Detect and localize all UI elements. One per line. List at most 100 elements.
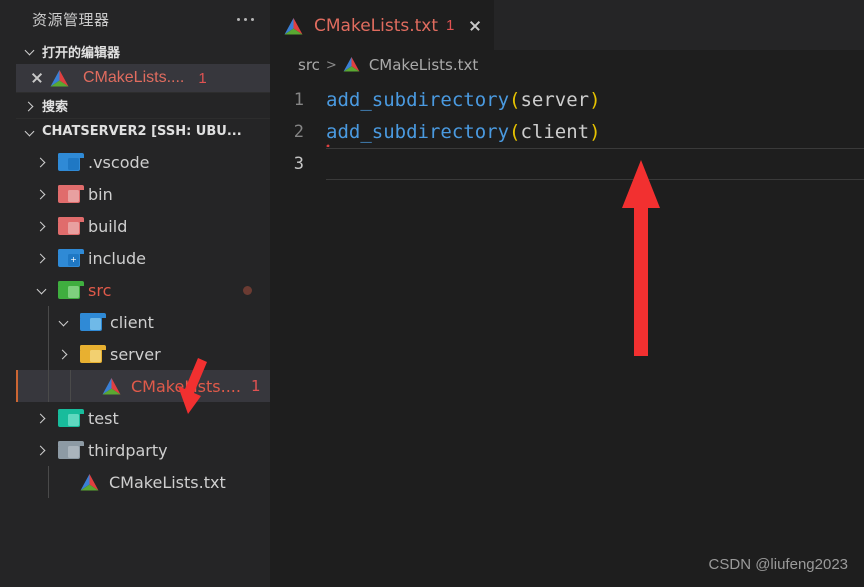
tree-item-label: server xyxy=(110,344,161,364)
chevron-right-icon[interactable] xyxy=(34,154,50,170)
tree-folder-bin[interactable]: bin xyxy=(16,178,270,210)
chevron-right-icon[interactable] xyxy=(34,410,50,426)
folder-client-icon xyxy=(80,313,106,331)
code-text[interactable]: add_subdirectory(server) xyxy=(326,89,601,111)
line-number: 1 xyxy=(293,90,304,110)
breadcrumb-folder[interactable]: src xyxy=(298,56,320,74)
tree-item-badge: 1 xyxy=(250,377,261,395)
tree-folder-include[interactable]: + include xyxy=(16,242,270,274)
editor-tabbar: CMakeLists.txt 1 xyxy=(270,0,864,50)
code-token-open-paren: ( xyxy=(509,121,521,143)
folder-build-icon xyxy=(58,217,84,235)
folder-include-icon: + xyxy=(58,249,84,267)
tree-folder-server[interactable]: server xyxy=(16,338,270,370)
tree-folder-client[interactable]: client xyxy=(16,306,270,338)
folder-bin-icon xyxy=(58,185,84,203)
activity-bar[interactable] xyxy=(0,0,16,587)
tab-title: CMakeLists.txt xyxy=(314,15,439,36)
tree-item-label: thirdparty xyxy=(88,440,168,460)
code-line[interactable]: 3 xyxy=(270,148,864,180)
tree-item-label: .vscode xyxy=(88,152,150,172)
cmake-icon xyxy=(343,56,361,74)
section-search[interactable]: 搜索 xyxy=(16,92,270,118)
indent-guide xyxy=(48,338,49,370)
indent-guide xyxy=(48,306,49,338)
breadcrumb-file[interactable]: CMakeLists.txt xyxy=(369,56,478,74)
section-workspace[interactable]: CHATSERVER2 [SSH: UBU... xyxy=(16,118,270,144)
indent-guide xyxy=(48,370,49,402)
code-token-close-paren: ) xyxy=(589,121,601,143)
code-text[interactable]: add_subdirectory(client) xyxy=(326,121,647,148)
chevron-right-icon[interactable] xyxy=(34,442,50,458)
code-editor[interactable]: 1 add_subdirectory(server) 2 add_subdirecto… xyxy=(270,80,864,180)
chevron-down-icon xyxy=(22,124,38,140)
code-token-argument: client xyxy=(520,121,590,143)
line-number: 2 xyxy=(293,122,304,142)
file-tree: .vscode bin build + include src client server CM… xyxy=(16,144,270,498)
close-icon[interactable] xyxy=(468,19,482,33)
code-line[interactable]: 1 add_subdirectory(server) xyxy=(270,84,864,116)
cmake-icon xyxy=(50,69,70,87)
tree-item-label: src xyxy=(88,280,112,300)
code-token-function: add_subdirectory xyxy=(326,89,510,111)
code-token-argument: server xyxy=(520,89,590,111)
vscode-window: 资源管理器 打开的编辑器 CMakeLists.... 1 搜索 CHATSER… xyxy=(0,0,864,587)
ellipsis-icon[interactable] xyxy=(235,14,256,25)
folder-thirdparty-icon xyxy=(58,441,84,459)
code-token-function: add_subdirectory xyxy=(326,121,510,143)
folder-vscode-icon xyxy=(58,153,84,171)
chevron-down-icon xyxy=(22,43,38,59)
tree-item-label: client xyxy=(110,312,154,332)
tree-folder-thirdparty[interactable]: thirdparty xyxy=(16,434,270,466)
tree-file-CMakeLists[interactable]: CMakeLists.... 1 xyxy=(16,370,270,402)
section-open-editors-label: 打开的编辑器 xyxy=(42,45,121,61)
breadcrumb-separator: > xyxy=(325,57,337,73)
editor-pane: CMakeLists.txt 1 src > CMakeLists.txt 1 a… xyxy=(270,0,864,587)
folder-src-icon xyxy=(58,281,84,299)
open-editor-badge: 1 xyxy=(198,69,207,87)
code-line[interactable]: 2 add_subdirectory(client) xyxy=(270,116,864,148)
chevron-right-icon[interactable] xyxy=(34,250,50,266)
error-squiggle xyxy=(326,143,647,148)
tab-badge: 1 xyxy=(446,17,455,34)
section-workspace-label: CHATSERVER2 [SSH: UBU... xyxy=(42,124,242,139)
tree-item-label: CMakeLists.... xyxy=(131,376,241,396)
explorer-sidebar: 资源管理器 打开的编辑器 CMakeLists.... 1 搜索 CHATSER… xyxy=(16,0,270,587)
tab-cmakelists[interactable]: CMakeLists.txt 1 xyxy=(270,0,495,50)
chevron-right-icon[interactable] xyxy=(34,218,50,234)
tree-folder-test[interactable]: test xyxy=(16,402,270,434)
tree-folder-build[interactable]: build xyxy=(16,210,270,242)
tree-folder-src[interactable]: src xyxy=(16,274,270,306)
cmake-icon xyxy=(80,473,100,491)
indent-guide xyxy=(48,466,49,498)
tree-item-label: build xyxy=(88,216,128,236)
indent-guide xyxy=(70,370,71,402)
open-editor-name: CMakeLists.... xyxy=(83,69,185,86)
chevron-down-icon[interactable] xyxy=(34,282,50,298)
active-line-highlight xyxy=(326,148,864,180)
folder-test-icon xyxy=(58,409,84,427)
tree-folder-vscode[interactable]: .vscode xyxy=(16,146,270,178)
tree-item-label: include xyxy=(88,248,146,268)
close-icon[interactable] xyxy=(30,71,44,85)
chevron-right-icon[interactable] xyxy=(56,346,72,362)
chevron-right-icon[interactable] xyxy=(34,186,50,202)
open-editor-item[interactable]: CMakeLists.... 1 xyxy=(16,64,270,92)
cmake-icon xyxy=(102,377,122,395)
breadcrumb: src > CMakeLists.txt xyxy=(270,50,864,80)
chevron-right-icon xyxy=(22,98,38,114)
tree-item-label: test xyxy=(88,408,119,428)
cmake-icon xyxy=(284,17,304,35)
chevron-down-icon[interactable] xyxy=(56,314,72,330)
section-search-label: 搜索 xyxy=(42,100,69,115)
code-token-close-paren: ) xyxy=(589,89,601,111)
section-open-editors[interactable]: 打开的编辑器 xyxy=(16,38,270,64)
modified-dot-icon xyxy=(243,285,252,295)
explorer-title: 资源管理器 xyxy=(32,10,110,29)
tree-item-label: bin xyxy=(88,184,113,204)
tree-file-CMakeListstxt[interactable]: CMakeLists.txt xyxy=(16,466,270,498)
code-token-open-paren: ( xyxy=(509,89,521,111)
line-number: 3 xyxy=(293,154,304,174)
folder-server-icon xyxy=(80,345,106,363)
watermark: CSDN @liufeng2023 xyxy=(708,556,848,573)
